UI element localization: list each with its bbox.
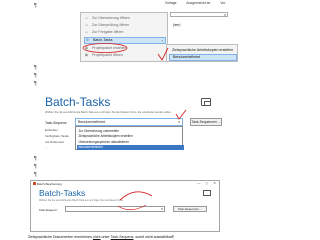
annotation-arc — [117, 204, 147, 211]
annotation-arc — [119, 191, 153, 201]
annotation-marks — [82, 43, 187, 211]
annotation-circle — [82, 43, 128, 53]
annotation-check — [175, 109, 187, 120]
annotation-check — [157, 47, 169, 61]
